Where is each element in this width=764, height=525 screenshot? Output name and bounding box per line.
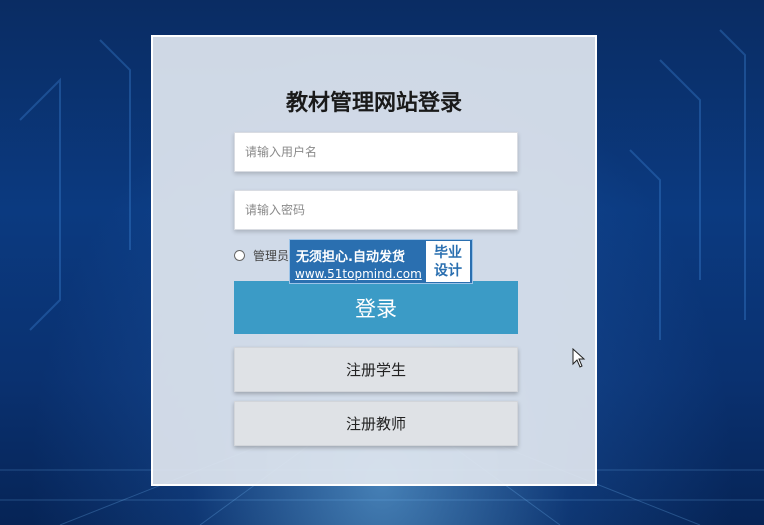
admin-radio-label: 管理员 — [253, 248, 290, 263]
role-option[interactable]: 管理员 — [234, 247, 289, 263]
login-button[interactable]: 登录 — [234, 281, 518, 334]
register-teacher-button[interactable]: 注册教师 — [234, 401, 518, 446]
register-student-button[interactable]: 注册学生 — [234, 347, 518, 392]
username-input[interactable] — [234, 132, 518, 172]
watermark-url: www.51topmind.com — [295, 267, 422, 281]
mouse-cursor-icon — [572, 348, 586, 368]
page-title: 教材管理网站登录 — [285, 91, 462, 116]
watermark-banner: 无须担心.自动发货 www.51topmind.com 毕业 设计 — [289, 239, 473, 284]
watermark-badge-line2: 设计 — [434, 262, 462, 279]
watermark-badge-line1: 毕业 — [434, 244, 462, 261]
password-input[interactable] — [234, 190, 518, 230]
admin-radio[interactable] — [234, 249, 245, 261]
watermark-slogan: 无须担心.自动发货 — [296, 250, 405, 265]
watermark-badge: 毕业 设计 — [426, 241, 470, 282]
